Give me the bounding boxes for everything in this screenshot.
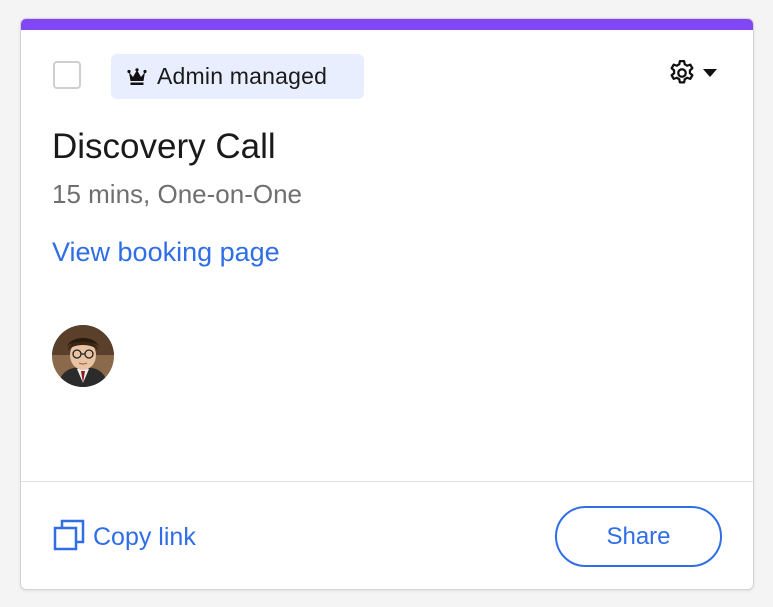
- event-type-card: Admin managed Discovery Call 15 mins, On…: [20, 18, 754, 590]
- settings-menu-button[interactable]: [667, 57, 723, 89]
- copy-link-button[interactable]: Copy link: [53, 519, 196, 555]
- gear-icon: [667, 58, 697, 88]
- copy-icon: [53, 519, 85, 556]
- admin-managed-badge: Admin managed: [111, 54, 364, 99]
- host-avatar: [52, 325, 114, 387]
- event-title: Discovery Call: [52, 127, 276, 166]
- view-booking-page-link[interactable]: View booking page: [52, 237, 280, 268]
- crown-icon: [127, 67, 147, 86]
- copy-link-label: Copy link: [93, 522, 196, 551]
- caret-down-icon: [703, 68, 717, 78]
- share-button[interactable]: Share: [555, 506, 722, 567]
- badge-label: Admin managed: [157, 63, 328, 89]
- card-accent-bar: [21, 19, 753, 30]
- footer-divider: [21, 481, 753, 482]
- select-checkbox[interactable]: [53, 61, 81, 89]
- event-details: 15 mins, One-on-One: [52, 179, 303, 209]
